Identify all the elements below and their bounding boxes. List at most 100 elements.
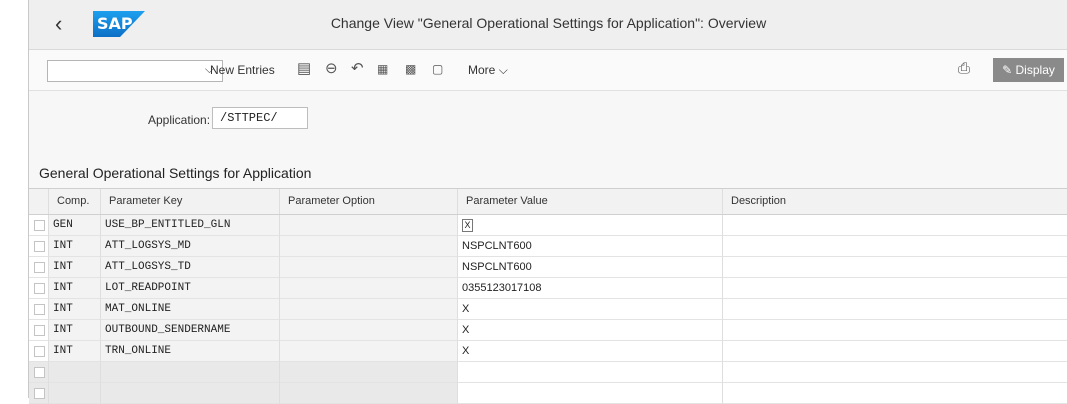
delete-icon[interactable]: ⊖ [325,60,338,78]
row-checkbox[interactable] [34,388,45,399]
description-cell[interactable] [723,299,1067,320]
application-label: Application: [148,113,211,127]
chevron-down-icon: ⌵ [498,63,508,77]
parameter-value-cell[interactable]: NSPCLNT600 [458,257,723,278]
column-header-comp[interactable]: Comp. [49,189,101,214]
row-checkbox[interactable] [34,283,45,294]
column-header-parameter-option[interactable]: Parameter Option [280,189,458,214]
row-selector[interactable] [29,362,49,383]
column-header-parameter-value[interactable]: Parameter Value [458,189,723,214]
parameter-option-cell [280,215,458,236]
parameter-key-cell[interactable] [101,383,280,404]
variant-dropdown[interactable]: ⌵ [47,60,223,82]
display-button[interactable]: ✎ Display [993,58,1064,82]
parameter-option-cell[interactable] [280,362,458,383]
parameter-option-cell [280,236,458,257]
print-icon[interactable]: ⎙ [958,60,970,78]
more-label: More [468,63,496,77]
shell-bar: ‹ SAP Change View "General Operational S… [29,0,1067,50]
table-row: INT ATT_LOGSYS_TD NSPCLNT600 [29,257,1067,278]
description-cell[interactable] [723,320,1067,341]
description-cell[interactable] [723,362,1067,383]
undo-icon[interactable]: ↶ [351,60,364,78]
comp-cell: INT [49,278,101,299]
table-row: INT ATT_LOGSYS_MD NSPCLNT600 [29,236,1067,257]
copy-icon[interactable]: ▤ [297,60,311,78]
parameter-value-cell[interactable]: X [458,341,723,362]
comp-cell: INT [49,320,101,341]
parameter-key-cell: ATT_LOGSYS_TD [101,257,280,278]
parameter-option-cell [280,299,458,320]
row-checkbox[interactable] [34,325,45,336]
description-cell[interactable] [723,215,1067,236]
comp-cell: INT [49,299,101,320]
description-cell[interactable] [723,278,1067,299]
description-cell[interactable] [723,257,1067,278]
new-entries-button[interactable]: New Entries [210,63,275,77]
parameter-key-cell: TRN_ONLINE [101,341,280,362]
row-selector[interactable] [29,215,49,236]
table-row: INT OUTBOUND_SENDERNAME X [29,320,1067,341]
description-cell[interactable] [723,383,1067,404]
table-row: GEN USE_BP_ENTITLED_GLN X [29,215,1067,236]
parameter-option-cell [280,257,458,278]
row-checkbox[interactable] [34,346,45,357]
table-row-empty [29,383,1067,404]
pencil-icon: ✎ [1002,63,1013,77]
parameter-value-text: X [462,218,473,232]
row-checkbox[interactable] [34,304,45,315]
parameter-value-cell[interactable] [458,362,723,383]
column-header-parameter-key[interactable]: Parameter Key [101,189,280,214]
description-cell[interactable] [723,341,1067,362]
comp-cell: INT [49,341,101,362]
row-selector[interactable] [29,341,49,362]
parameter-option-cell [280,341,458,362]
deselect-all-icon[interactable]: ▢ [432,60,443,78]
parameter-option-cell[interactable] [280,383,458,404]
row-selector[interactable] [29,299,49,320]
description-cell[interactable] [723,236,1067,257]
page-title: Change View "General Operational Setting… [330,15,767,31]
row-checkbox[interactable] [34,241,45,252]
parameter-key-cell: ATT_LOGSYS_MD [101,236,280,257]
table-row: INT TRN_ONLINE X [29,341,1067,362]
table-row: INT MAT_ONLINE X [29,299,1067,320]
row-checkbox[interactable] [34,220,45,231]
parameter-key-cell: OUTBOUND_SENDERNAME [101,320,280,341]
display-label: Display [1015,63,1055,77]
settings-table: Comp. Parameter Key Parameter Option Par… [29,188,1067,404]
parameter-option-cell [280,320,458,341]
row-selector[interactable] [29,278,49,299]
table-row: INT LOT_READPOINT 0355123017108 [29,278,1067,299]
application-field[interactable]: /STTPEC/ [212,107,308,129]
row-selector[interactable] [29,257,49,278]
select-all-cell[interactable] [29,189,49,214]
parameter-value-cell[interactable] [458,383,723,404]
parameter-key-cell[interactable] [101,362,280,383]
row-selector[interactable] [29,320,49,341]
sap-window: ‹ SAP Change View "General Operational S… [28,0,1067,404]
comp-cell: GEN [49,215,101,236]
parameter-value-cell[interactable]: 0355123017108 [458,278,723,299]
select-all-icon[interactable]: ▦ [377,60,388,78]
row-selector[interactable] [29,383,49,404]
more-button[interactable]: More ⌵ [468,63,508,78]
parameter-key-cell: USE_BP_ENTITLED_GLN [101,215,280,236]
parameter-value-cell[interactable]: X [458,215,723,236]
comp-cell[interactable] [49,362,101,383]
table-header: Comp. Parameter Key Parameter Option Par… [29,189,1067,215]
comp-cell[interactable] [49,383,101,404]
section-title: General Operational Settings for Applica… [39,165,312,181]
row-checkbox[interactable] [34,367,45,378]
comp-cell: INT [49,236,101,257]
application-toolbar: ⌵ New Entries ▤ ⊖ ↶ ▦ ▩ ▢ More ⌵ ⎙ ✎ Dis… [29,50,1067,91]
select-block-icon[interactable]: ▩ [405,60,416,78]
row-checkbox[interactable] [34,262,45,273]
parameter-value-cell[interactable]: X [458,320,723,341]
column-header-description[interactable]: Description [723,189,1067,214]
comp-cell: INT [49,257,101,278]
row-selector[interactable] [29,236,49,257]
parameter-value-cell[interactable]: X [458,299,723,320]
parameter-value-cell[interactable]: NSPCLNT600 [458,236,723,257]
parameter-option-cell [280,278,458,299]
